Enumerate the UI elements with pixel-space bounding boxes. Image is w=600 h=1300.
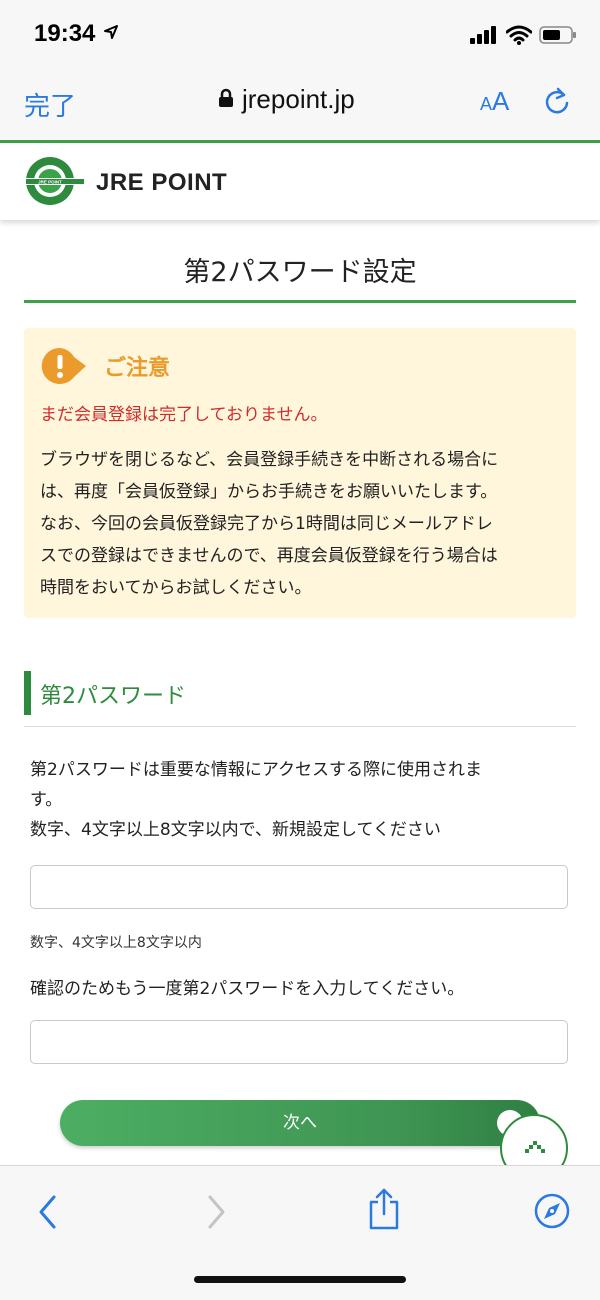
lock-icon [218, 84, 234, 115]
site-header: JRE POINT JRE POINT [0, 143, 600, 220]
notice-line: スでの登録はできませんので、再度会員仮登録を行う場合は [40, 546, 498, 566]
notice-warning: まだ会員登録は完了しておりません。 [40, 405, 328, 425]
confirm-label: 確認のためもう一度第2パスワードを入力してください。 [30, 979, 465, 999]
back-icon[interactable] [36, 1194, 60, 1234]
second-password-input[interactable] [30, 865, 568, 909]
section-accent-bar [24, 671, 31, 715]
description-line: 第2パスワードは重要な情報にアクセスする際に使用されま [30, 760, 482, 780]
status-bar: 19:34 [0, 0, 600, 66]
browser-toolbar: 完了 jrepoint.jp AA [0, 66, 600, 140]
brand-name: JRE POINT [96, 169, 228, 196]
exclamation-icon [40, 346, 90, 390]
address-bar[interactable]: jrepoint.jp [218, 84, 355, 115]
signal-icon [470, 26, 498, 48]
title-divider [24, 300, 576, 303]
notice-box: ご注意 まだ会員登録は完了しておりません。 ブラウザを閉じるなど、会員登録手続き… [24, 328, 576, 618]
notice-body: ブラウザを閉じるなど、会員登録手続きを中断される場合に は、再度「会員仮登録」か… [40, 444, 560, 604]
confirm-password-input[interactable] [30, 1020, 568, 1064]
chevron-up-icon [524, 1138, 546, 1157]
description-line: 数字、4文字以上8文字以内で、新規設定してください [30, 820, 441, 840]
battery-icon [539, 26, 577, 48]
password-hint: 数字、4文字以上8文字以内 [30, 935, 202, 951]
notice-line: なお、今回の会員仮登録完了から1時間は同じメールアドレ [40, 514, 493, 534]
notice-line: 時間をおいてからお試しください。 [40, 578, 312, 598]
section-title: 第2パスワード [40, 684, 186, 709]
home-indicator [194, 1276, 406, 1283]
share-icon[interactable] [366, 1188, 402, 1234]
url-text: jrepoint.jp [242, 84, 355, 114]
location-arrow-icon [104, 24, 118, 43]
jre-point-logo[interactable]: JRE POINT [24, 155, 86, 211]
done-button[interactable]: 完了 [24, 86, 76, 123]
text-size-button[interactable]: AA [480, 86, 509, 117]
notice-heading: ご注意 [104, 356, 171, 381]
forward-icon[interactable] [204, 1194, 228, 1234]
notice-line: ブラウザを閉じるなど、会員登録手続きを中断される場合に [40, 450, 499, 470]
svg-text:JRE POINT: JRE POINT [38, 180, 62, 185]
reload-icon[interactable] [542, 86, 572, 120]
status-time: 19:34 [34, 20, 96, 47]
section-divider [24, 726, 576, 727]
wifi-icon [505, 25, 533, 49]
next-button[interactable]: 次へ [60, 1100, 540, 1146]
notice-line: は、再度「会員仮登録」からお手続きをお願いいたします。 [40, 482, 498, 502]
description-line: す。 [30, 790, 63, 810]
section-description: 第2パスワードは重要な情報にアクセスする際に使用されま す。 数字、4文字以上8… [30, 755, 560, 845]
page-title: 第2パスワード設定 [183, 257, 417, 288]
text-size-small: A [480, 94, 493, 114]
text-size-large: A [492, 86, 510, 116]
compass-icon[interactable] [533, 1192, 571, 1234]
